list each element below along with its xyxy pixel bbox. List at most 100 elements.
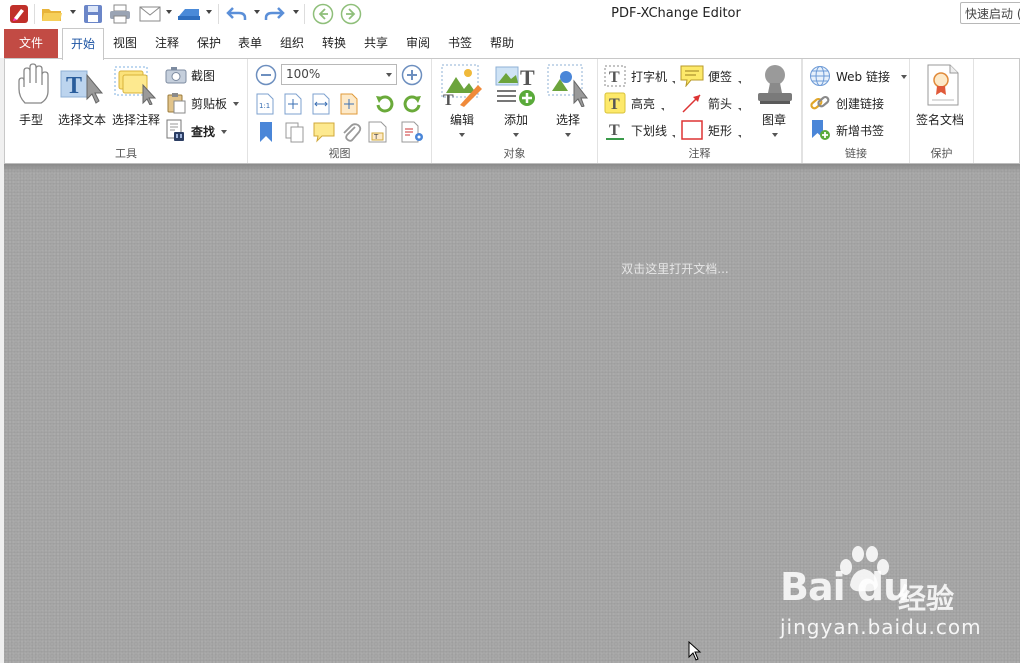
scan-icon[interactable] [176, 3, 202, 25]
tab-forms[interactable]: 表单 [231, 30, 269, 59]
zoom-in-button[interactable] [401, 64, 423, 86]
sticky-note-button[interactable]: 便签 [680, 65, 741, 88]
fit-page-button[interactable] [284, 93, 304, 115]
globe-icon [810, 66, 830, 86]
svg-text:T: T [609, 69, 620, 86]
group-label-view: 视图 [328, 147, 351, 160]
tab-home[interactable]: 开始 [62, 28, 104, 60]
bookmarks-pane-button[interactable] [258, 121, 278, 143]
rotate-right-button[interactable] [401, 93, 423, 115]
underline-dropdown-icon[interactable] [672, 135, 675, 138]
highlight-button[interactable]: T 高亮 [604, 92, 674, 114]
select-annotation-button[interactable]: 选择注释 [111, 63, 163, 129]
rectangle-dropdown-icon[interactable] [738, 135, 741, 138]
typewriter-button[interactable]: T 打字机 [604, 65, 675, 87]
edit-objects-icon: T [441, 64, 482, 107]
properties-pane-button[interactable] [401, 121, 425, 143]
arrow-icon [682, 94, 701, 113]
forward-icon[interactable] [339, 3, 363, 25]
find-label: 查找 [191, 125, 216, 139]
sign-document-button[interactable]: 签名文档 [914, 63, 972, 129]
separator [304, 4, 305, 24]
fit-width-button[interactable] [312, 93, 332, 115]
email-dropdown-icon[interactable] [166, 10, 172, 14]
stamp-button[interactable]: 图章 [750, 63, 800, 143]
redo-icon[interactable] [263, 3, 287, 25]
save-icon[interactable] [82, 3, 104, 25]
tab-convert[interactable]: 转换 [315, 30, 353, 59]
undo-dropdown-icon[interactable] [254, 10, 260, 14]
web-links-dropdown-icon[interactable] [901, 75, 907, 79]
web-links-label: Web 链接 [836, 70, 890, 84]
arrow-dropdown-icon[interactable] [738, 108, 741, 111]
edit-objects-button[interactable]: T 编辑 [438, 63, 486, 143]
add-object-button[interactable]: T 添加 [492, 63, 540, 143]
actual-size-button[interactable]: 1:1 [256, 93, 276, 115]
zoom-level-select[interactable]: 100% [281, 64, 397, 85]
highlight-icon: T [604, 92, 626, 114]
zoom-dropdown-icon[interactable] [386, 73, 392, 77]
tab-organize[interactable]: 组织 [273, 30, 311, 59]
open-document-hint[interactable]: 双击这里打开文档... [600, 260, 750, 277]
underline-label: 下划线 [631, 124, 668, 138]
arrow-label: 箭头 [708, 97, 733, 111]
find-button[interactable]: 查找 [165, 119, 235, 143]
open-folder-icon[interactable] [40, 3, 64, 25]
clipboard-dropdown-icon[interactable] [233, 102, 239, 106]
open-dropdown-icon[interactable] [70, 10, 76, 14]
highlight-dropdown-icon[interactable] [661, 108, 664, 111]
tab-comment[interactable]: 注释 [148, 30, 186, 59]
undo-icon[interactable] [224, 3, 248, 25]
attachments-pane-button[interactable] [340, 121, 362, 143]
arrow-button[interactable]: 箭头 [680, 92, 741, 114]
add-bookmark-button[interactable]: 新增书签 [809, 119, 899, 141]
tab-file[interactable]: 文件 [4, 29, 58, 59]
group-protect: 签名文档 保护 [910, 59, 974, 163]
hand-tool-button[interactable]: 手型 [11, 63, 55, 129]
typewriter-dropdown-icon[interactable] [672, 81, 675, 84]
snapshot-button[interactable]: 截图 [165, 65, 235, 87]
tab-share[interactable]: 共享 [357, 30, 395, 59]
rotate-left-button[interactable] [374, 93, 396, 115]
edit-dropdown-icon[interactable] [459, 133, 465, 137]
svg-text:T: T [520, 65, 535, 90]
tab-help[interactable]: 帮助 [483, 30, 521, 59]
quick-launch-input[interactable]: 快速启动 (C [960, 2, 1020, 24]
app-logo-icon[interactable] [8, 3, 30, 25]
thumbnails-pane-button[interactable] [284, 121, 306, 143]
underline-button[interactable]: T 下划线 [604, 119, 675, 141]
find-dropdown-icon[interactable] [221, 130, 227, 134]
group-objects: T 编辑 T 添加 选择 对象 [432, 59, 598, 163]
scan-dropdown-icon[interactable] [206, 10, 212, 14]
sign-document-icon [927, 64, 959, 106]
sticky-dropdown-icon[interactable] [738, 81, 741, 84]
create-link-button[interactable]: 创建链接 [809, 92, 899, 114]
fields-pane-button[interactable]: T [368, 121, 390, 143]
print-icon[interactable] [108, 3, 132, 25]
web-links-button[interactable]: Web 链接 [809, 65, 909, 87]
tab-review[interactable]: 审阅 [399, 30, 437, 59]
rectangle-button[interactable]: 矩形 [680, 119, 741, 141]
clipboard-button[interactable]: 剪贴板 [165, 92, 245, 114]
fit-visible-button[interactable] [340, 93, 360, 115]
select-text-button[interactable]: T 选择文本 [57, 63, 109, 129]
form-fields-icon: T [368, 121, 387, 143]
svg-text:T: T [609, 96, 620, 113]
zoom-out-button[interactable] [255, 64, 277, 86]
back-icon[interactable] [311, 3, 335, 25]
group-view: 100% 1:1 T 视图 [248, 59, 432, 163]
tab-protect[interactable]: 保护 [190, 30, 228, 59]
stamp-dropdown-icon[interactable] [772, 133, 778, 137]
comments-pane-button[interactable] [312, 121, 336, 143]
select-object-button[interactable]: 选择 [544, 63, 592, 143]
select-dropdown-icon[interactable] [565, 133, 571, 137]
chain-link-icon [810, 95, 830, 110]
redo-dropdown-icon[interactable] [293, 10, 299, 14]
tab-view[interactable]: 视图 [106, 30, 144, 59]
tab-bookmarks[interactable]: 书签 [441, 30, 479, 59]
separator [34, 4, 35, 24]
email-icon[interactable] [138, 3, 162, 25]
add-dropdown-icon[interactable] [513, 133, 519, 137]
group-tools: 手型 T 选择文本 选择注释 截图 剪贴板 查找 工具 [5, 59, 248, 163]
underline-icon: T [606, 122, 624, 140]
